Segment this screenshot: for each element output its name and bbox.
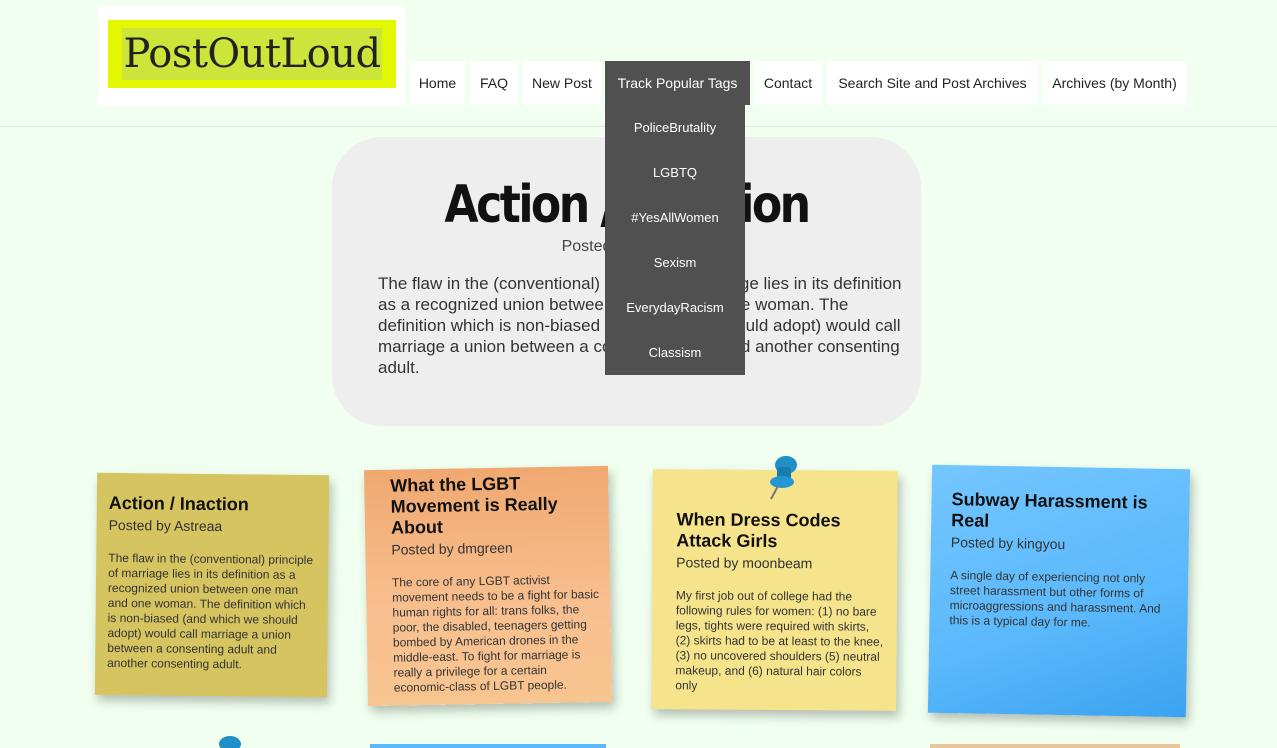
post-card[interactable]: Subway Harassment is Real Posted by king… <box>927 464 1191 718</box>
post-card-byline: Posted by dmgreen <box>391 539 513 558</box>
post-card-excerpt: A single day of experiencing not only st… <box>949 568 1161 630</box>
post-card-excerpt: My first job out of college had the foll… <box>675 588 884 693</box>
tag-yes-all-women[interactable]: #YesAllWomen <box>605 195 745 240</box>
post-card-byline: Posted by kingyou <box>950 534 1066 553</box>
post-card-excerpt: The flaw in the (conventional) principle… <box>107 550 314 672</box>
nav-new-post[interactable]: New Post <box>523 61 601 105</box>
nav-track-popular-tags[interactable]: Track Popular Tags <box>605 61 750 105</box>
pushpin-icon <box>219 736 241 748</box>
tag-sexism[interactable]: Sexism <box>605 240 745 285</box>
post-card[interactable]: Action / Inaction Posted by Astreaa The … <box>94 472 330 698</box>
post-card-edge <box>930 744 1180 748</box>
logo-text: PostOutLoud <box>122 28 382 80</box>
tag-classism[interactable]: Classism <box>605 330 745 375</box>
post-card-title[interactable]: Action / Inaction <box>109 493 317 516</box>
nav-search-archives[interactable]: Search Site and Post Archives <box>827 61 1038 105</box>
nav-home[interactable]: Home <box>410 61 465 105</box>
post-card-title[interactable]: When Dress Codes Attack Girls <box>676 509 886 552</box>
post-card[interactable]: When Dress Codes Attack Girls Posted by … <box>651 469 898 711</box>
pushpin-icon <box>770 456 797 500</box>
post-card-byline: Posted by Astreaa <box>108 516 223 535</box>
post-card[interactable]: What the LGBT Movement is Really About P… <box>363 465 613 707</box>
nav-faq[interactable]: FAQ <box>470 61 518 105</box>
post-card-edge <box>370 744 606 748</box>
post-card-byline: Posted by moonbeam <box>676 554 813 572</box>
tags-dropdown: PoliceBrutality LGBTQ #YesAllWomen Sexis… <box>605 105 745 375</box>
post-card-excerpt: The core of any LGBT activist movement n… <box>391 572 600 695</box>
post-card-title[interactable]: What the LGBT Movement is Really About <box>390 472 603 539</box>
post-card-title[interactable]: Subway Harassment is Real <box>951 489 1174 535</box>
site-logo[interactable]: PostOutLoud <box>98 6 405 106</box>
logo-frame: PostOutLoud <box>108 20 396 88</box>
nav-archives-by-month[interactable]: Archives (by Month) <box>1042 61 1187 105</box>
tag-police-brutality[interactable]: PoliceBrutality <box>605 105 745 150</box>
tag-everyday-racism[interactable]: EverydayRacism <box>605 285 745 330</box>
tag-lgbtq[interactable]: LGBTQ <box>605 150 745 195</box>
nav-contact[interactable]: Contact <box>754 61 822 105</box>
